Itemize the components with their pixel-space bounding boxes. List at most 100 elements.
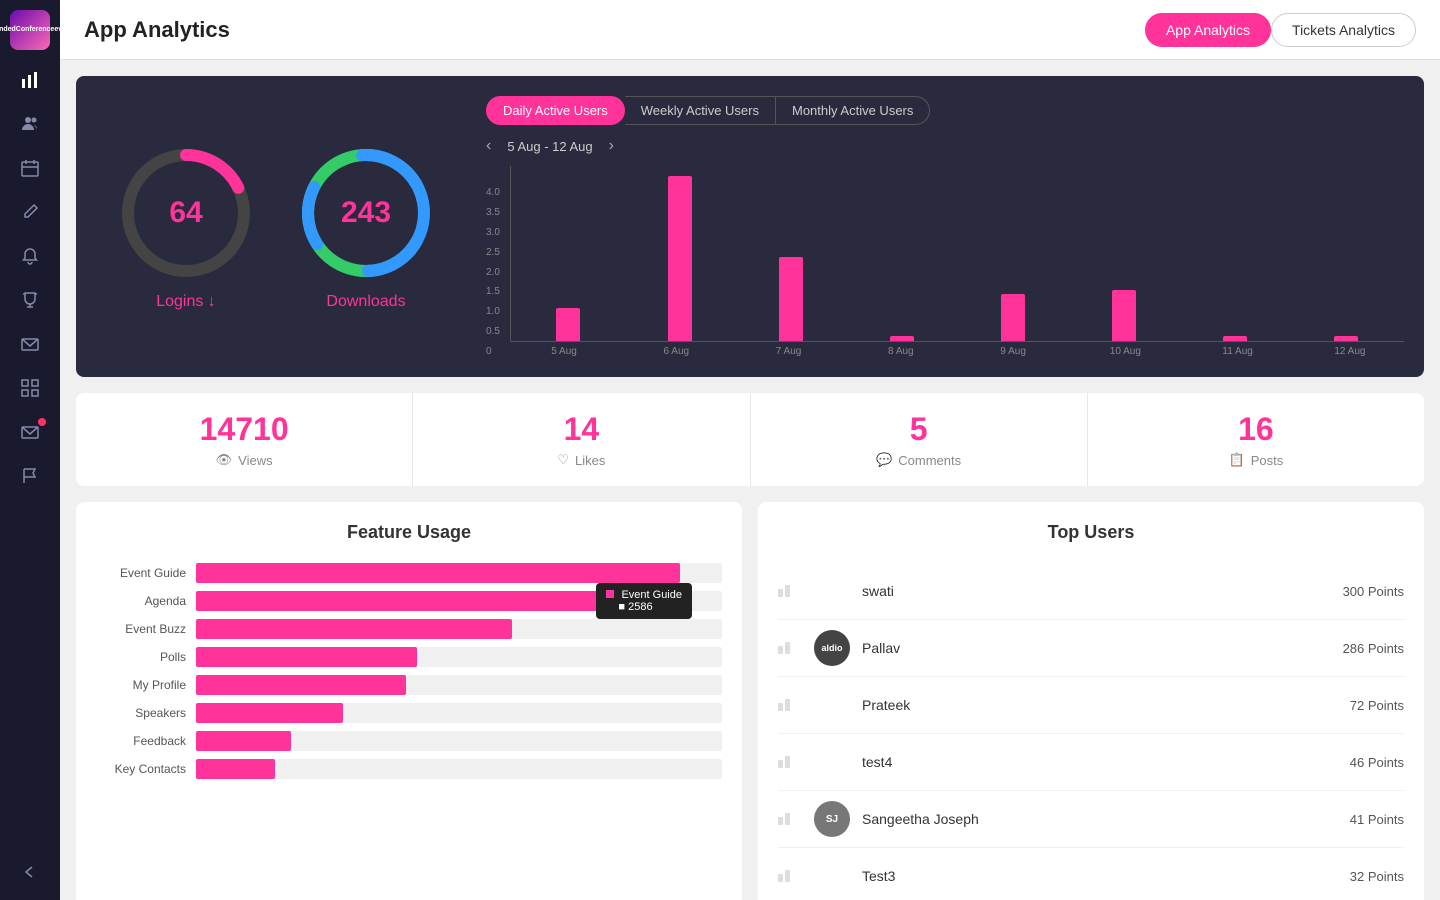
bar-7aug — [737, 257, 844, 341]
stat-posts-value: 16 — [1238, 411, 1274, 448]
feature-track-agenda — [196, 591, 722, 611]
y-label-30: 3.0 — [486, 227, 500, 238]
sidebar-item-trophy[interactable] — [10, 282, 50, 318]
downloads-widget: 243 Downloads — [296, 143, 436, 311]
user-name-test4: test4 — [862, 754, 1338, 770]
stat-likes-value: 14 — [564, 411, 600, 448]
page-title: App Analytics — [84, 17, 230, 43]
feature-fill-event-buzz — [196, 619, 512, 639]
chart-prev-arrow[interactable]: ‹ — [486, 137, 491, 155]
feature-row-polls: Polls — [96, 647, 722, 667]
y-label-0: 0 — [486, 346, 500, 357]
main-content: App Analytics App Analytics Tickets Anal… — [60, 0, 1440, 900]
rank-bar-1 — [778, 817, 783, 825]
user-points-swati: 300 Points — [1343, 584, 1404, 599]
header-tabs: App Analytics Tickets Analytics — [1145, 13, 1416, 47]
chart-next-arrow[interactable]: › — [609, 137, 614, 155]
rank-bar-2 — [785, 756, 790, 768]
y-label-40: 4.0 — [486, 187, 500, 198]
bars-inner — [510, 166, 1404, 342]
downloads-circle: 243 — [296, 143, 436, 283]
tab-daily[interactable]: Daily Active Users — [486, 96, 625, 125]
sidebar-item-envelope[interactable] — [10, 326, 50, 362]
user-row-pallav: aldio Pallav 286 Points — [778, 620, 1404, 677]
chart-tabs: Daily Active Users Weekly Active Users M… — [486, 96, 930, 125]
bar-chart-area: 4.0 3.5 3.0 2.5 2.0 1.5 1.0 0.5 0 — [486, 167, 1404, 357]
feature-fill-event-guide — [196, 563, 680, 583]
bar-fill-5aug — [556, 308, 580, 341]
header: App Analytics App Analytics Tickets Anal… — [60, 0, 1440, 60]
mail-badge — [38, 418, 46, 426]
x-label-8aug: 8 Aug — [847, 346, 955, 357]
y-label-35: 3.5 — [486, 207, 500, 218]
feature-track-event-buzz — [196, 619, 722, 639]
top-panel: 64 Logins ↓ 243 Downloads — [76, 76, 1424, 377]
stat-views-value: 14710 — [200, 411, 289, 448]
user-row-swati: swati 300 Points — [778, 563, 1404, 620]
stat-comments-label: 💬 Comments — [876, 452, 961, 468]
sidebar-item-calendar[interactable] — [10, 150, 50, 186]
bar-12aug — [1293, 336, 1400, 341]
logins-widget: 64 Logins ↓ — [116, 143, 256, 311]
rank-bar-2 — [785, 642, 790, 654]
rank-bar-1 — [778, 703, 783, 711]
rank-bars-pallav — [778, 642, 802, 654]
feature-track-polls — [196, 647, 722, 667]
feature-label-key-contacts: Key Contacts — [96, 762, 186, 776]
chart-nav: ‹ 5 Aug - 12 Aug › — [486, 137, 1404, 155]
user-name-prateek: Prateek — [862, 697, 1338, 713]
feature-fill-my-profile — [196, 675, 406, 695]
tab-weekly[interactable]: Weekly Active Users — [625, 96, 776, 125]
stat-comments: 5 💬 Comments — [751, 393, 1088, 486]
rank-bars-prateek — [778, 699, 802, 711]
user-name-sangeetha: Sangeetha Joseph — [862, 811, 1338, 827]
user-points-pallav: 286 Points — [1343, 641, 1404, 656]
stat-views: 14710 👁 Views — [76, 393, 413, 486]
logins-label: Logins ↓ — [156, 293, 216, 311]
user-points-sangeetha: 41 Points — [1350, 812, 1404, 827]
stat-posts-label: 📋 Posts — [1229, 452, 1284, 468]
tab-monthly[interactable]: Monthly Active Users — [776, 96, 930, 125]
sidebar-item-edit[interactable] — [10, 194, 50, 230]
x-label-5aug: 5 Aug — [510, 346, 618, 357]
sidebar-item-notifications[interactable] — [10, 238, 50, 274]
tab-tickets-analytics[interactable]: Tickets Analytics — [1271, 13, 1416, 47]
downloads-value: 243 — [341, 196, 391, 230]
circles-section: 64 Logins ↓ 243 Downloads — [96, 96, 466, 357]
bar-6aug — [626, 176, 733, 341]
sidebar-item-analytics[interactable] — [10, 62, 50, 98]
bar-fill-11aug — [1223, 336, 1247, 341]
feature-row-key-contacts: Key Contacts — [96, 759, 722, 779]
x-label-6aug: 6 Aug — [622, 346, 730, 357]
tab-app-analytics[interactable]: App Analytics — [1145, 13, 1271, 47]
bar-fill-9aug — [1001, 294, 1025, 341]
bar-fill-10aug — [1112, 290, 1136, 341]
avatar-pallav: aldio — [814, 630, 850, 666]
sidebar-item-mail[interactable] — [10, 414, 50, 450]
x-label-11aug: 11 Aug — [1184, 346, 1292, 357]
y-label-25: 2.5 — [486, 247, 500, 258]
feature-track-my-profile — [196, 675, 722, 695]
rank-bars-test4 — [778, 756, 802, 768]
feature-row-agenda: Agenda — [96, 591, 722, 611]
feature-usage-title: Feature Usage — [96, 522, 722, 543]
x-label-7aug: 7 Aug — [734, 346, 842, 357]
sidebar-item-users[interactable] — [10, 106, 50, 142]
rank-bar-1 — [778, 874, 783, 882]
feature-label-feedback: Feedback — [96, 734, 186, 748]
rank-bar-1 — [778, 589, 783, 597]
y-label-10: 1.0 — [486, 306, 500, 317]
sidebar-item-back[interactable] — [10, 854, 50, 890]
feature-row-speakers: Speakers — [96, 703, 722, 723]
rank-bar-2 — [785, 813, 790, 825]
rank-bar-1 — [778, 646, 783, 654]
comments-icon: 💬 — [876, 452, 892, 468]
feature-track-speakers — [196, 703, 722, 723]
feature-track-event-guide — [196, 563, 722, 583]
bar-11aug — [1182, 336, 1289, 341]
posts-icon: 📋 — [1229, 452, 1245, 468]
top-users-panel: Top Users swati 300 Points aldio — [758, 502, 1424, 900]
sidebar-item-grid[interactable] — [10, 370, 50, 406]
sidebar-item-flag[interactable] — [10, 458, 50, 494]
bar-8aug — [848, 336, 955, 341]
